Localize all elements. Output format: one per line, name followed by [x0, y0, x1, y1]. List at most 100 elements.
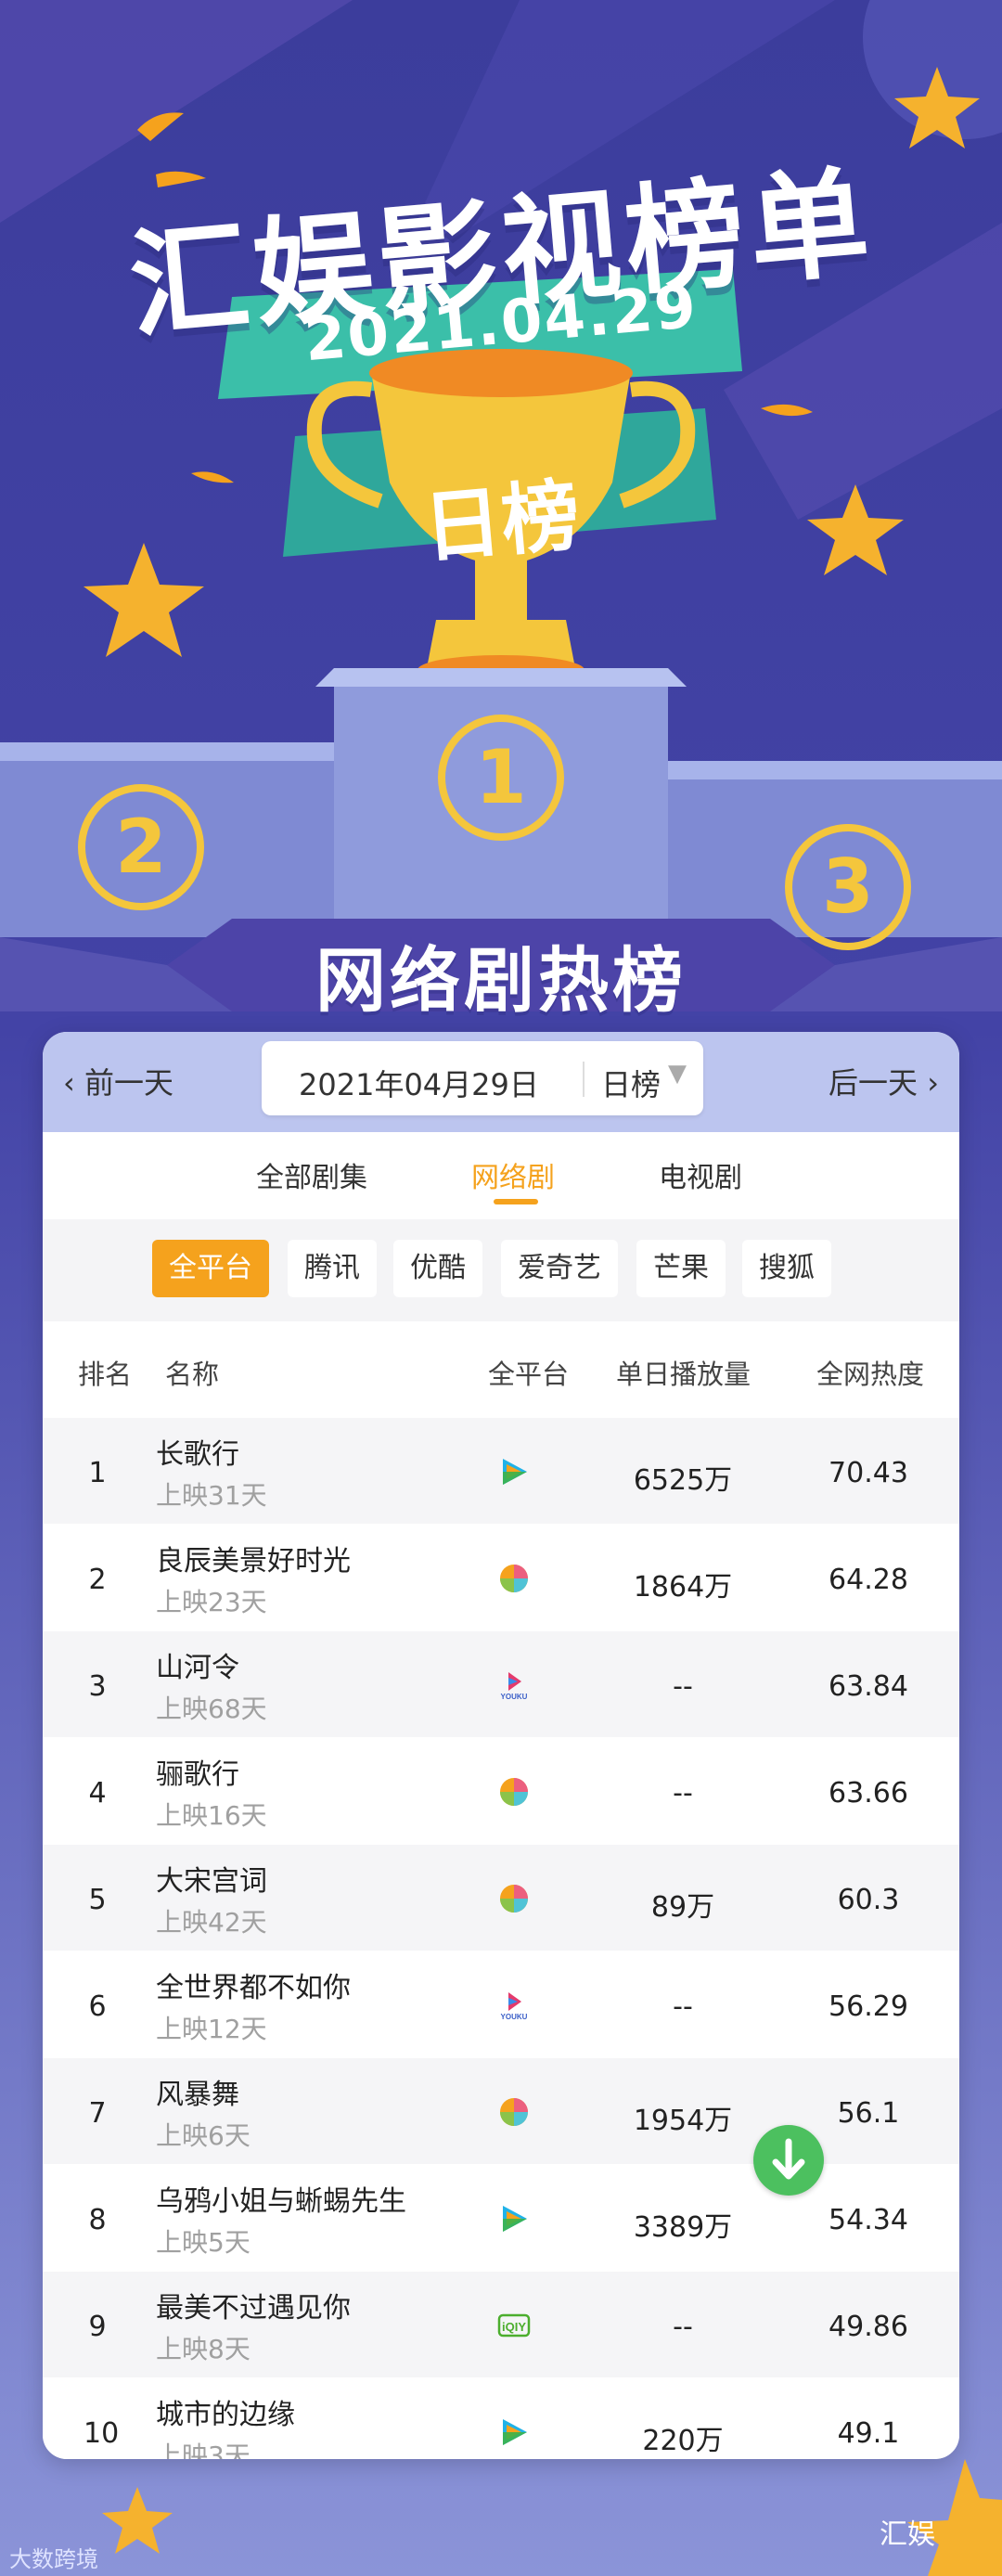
row-rank: 4 [88, 1777, 107, 1810]
row-days: 上映42天 [156, 1907, 267, 1938]
prev-day-button[interactable]: ‹ 前一天 [63, 1060, 173, 1102]
row-daily-plays: 1864万 [633, 1571, 733, 1604]
prev-day-label: 前一天 [84, 1065, 173, 1101]
watermark-right: 汇娱 [880, 2518, 935, 2551]
row-title: 大宋宫词 [156, 1865, 267, 1898]
date-selector[interactable]: 2021年04月29日 日榜 ▼ [262, 1041, 703, 1115]
watermark-left: 大数跨境 [9, 2546, 98, 2572]
tab-web-series[interactable]: 网络剧 [471, 1154, 555, 1195]
row-days: 上映16天 [156, 1800, 267, 1831]
header-rank: 排名 [78, 1359, 133, 1390]
row-rank: 9 [88, 2311, 107, 2343]
row-heat: 60.3 [837, 1884, 900, 1916]
tab-all-series[interactable]: 全部剧集 [256, 1154, 367, 1195]
table-row[interactable]: 6 全世界都不如你 上映12天 YOUKU -- 56.29 [43, 1951, 959, 2057]
row-days: 上映6天 [156, 2120, 250, 2151]
row-days: 上映31天 [156, 1480, 267, 1511]
header-name: 名称 [165, 1359, 220, 1390]
arrow-down-icon [772, 2138, 805, 2180]
table-row[interactable]: 4 骊歌行上映16天 -- 63.66 [43, 1738, 959, 1844]
row-rank: 3 [88, 1670, 107, 1703]
row-heat: 64.28 [829, 1564, 908, 1596]
tencent-video-icon [497, 1455, 531, 1488]
row-daily-plays: 6525万 [633, 1464, 733, 1497]
svg-text:YOUKU: YOUKU [501, 1693, 528, 1701]
tencent-video-icon [497, 2202, 531, 2235]
row-daily-plays: -- [673, 1777, 693, 1810]
chevron-right-icon: › [918, 1065, 939, 1101]
row-rank: 8 [88, 2204, 107, 2236]
row-daily-plays: 220万 [642, 2425, 724, 2457]
row-title: 最美不过遇见你 [156, 2292, 351, 2325]
tencent-video-icon [497, 2415, 531, 2449]
row-daily-plays: -- [673, 2311, 693, 2343]
header-daily-plays: 单日播放量 [616, 1359, 752, 1390]
youku-icon: YOUKU [497, 1989, 531, 2022]
scroll-down-button[interactable] [753, 2125, 824, 2196]
row-rank: 2 [88, 1564, 107, 1596]
platform-chip-youku[interactable]: 优酷 [393, 1240, 482, 1297]
row-rank: 1 [88, 1457, 107, 1489]
row-title: 城市的边缘 [156, 2399, 295, 2431]
row-heat: 63.66 [829, 1777, 908, 1810]
active-tab-indicator [494, 1199, 538, 1204]
table-row[interactable]: 3 山河令上映68天 YOUKU -- 63.84 [43, 1631, 959, 1737]
table-row[interactable]: 2 良辰美景好时光 上映23天 1864万 64.28 [43, 1525, 959, 1630]
platform-chip-tencent[interactable]: 腾讯 [288, 1240, 377, 1297]
row-title: 全世界都不如你 [156, 1972, 351, 2004]
row-daily-plays: -- [673, 1670, 693, 1703]
category-tabs: 全部剧集 网络剧 电视剧 [43, 1132, 959, 1219]
row-daily-plays: -- [673, 1990, 693, 2023]
row-heat: 70.43 [829, 1457, 908, 1489]
ranking-card: ‹ 前一天 2021年04月29日 日榜 ▼ 后一天 › 全部剧集 网络剧 电视… [43, 1032, 959, 2459]
tab-tv-series[interactable]: 电视剧 [659, 1154, 742, 1195]
caret-down-icon[interactable]: ▼ [668, 1060, 687, 1088]
platform-filter: 全平台 腾讯 优酷 爱奇艺 芒果 搜狐 [43, 1219, 959, 1321]
row-days: 上映12天 [156, 2014, 267, 2044]
mango-tv-icon [497, 2095, 531, 2129]
row-rank: 7 [88, 2097, 107, 2130]
divider [583, 1062, 584, 1097]
row-rank: 5 [88, 1884, 107, 1916]
mango-tv-icon [497, 1775, 531, 1809]
row-heat: 54.34 [829, 2204, 908, 2236]
row-title: 山河令 [156, 1652, 239, 1684]
row-rank: 10 [84, 2417, 120, 2450]
table-row[interactable]: 5 大宋宫词上映42天 89万 60.3 [43, 1845, 959, 1951]
row-daily-plays: 1954万 [633, 2105, 733, 2137]
next-day-button[interactable]: 后一天 › [829, 1060, 939, 1102]
iqiyi-icon: iQIY [497, 2309, 531, 2342]
header-platform: 全平台 [488, 1359, 570, 1390]
row-days: 上映68天 [156, 1694, 267, 1724]
platform-chip-iqiyi[interactable]: 爱奇艺 [501, 1240, 618, 1297]
svg-text:YOUKU: YOUKU [501, 2013, 528, 2021]
row-daily-plays: 89万 [650, 1891, 715, 1924]
podium-number-1: 1 [438, 715, 564, 841]
table-row[interactable]: 9 最美不过遇见你 上映8天 iQIY -- 49.86 [43, 2272, 959, 2377]
row-days: 上映3天 [156, 2441, 250, 2459]
date-nav-bar: ‹ 前一天 2021年04月29日 日榜 ▼ 后一天 › [43, 1032, 959, 1132]
svg-text:iQIY: iQIY [502, 2320, 526, 2334]
row-heat: 49.86 [829, 2311, 908, 2343]
row-daily-plays: 3389万 [633, 2211, 733, 2244]
date-value: 2021年04月29日 [299, 1067, 539, 1102]
table-row[interactable]: 10 城市的边缘 上映3天 220万 49.1 [43, 2378, 959, 2459]
mango-tv-icon [497, 1562, 531, 1595]
table-header: 排名 名称 全平台 单日播放量 全网热度 [43, 1321, 959, 1418]
row-days: 上映8天 [156, 2334, 250, 2364]
row-days: 上映23天 [156, 1587, 267, 1617]
row-title: 骊歌行 [156, 1758, 239, 1791]
platform-chip-all[interactable]: 全平台 [152, 1240, 269, 1297]
platform-chip-mango[interactable]: 芒果 [636, 1240, 726, 1297]
row-rank: 6 [88, 1990, 107, 2023]
row-title: 风暴舞 [156, 2079, 239, 2111]
chevron-left-icon: ‹ [63, 1065, 84, 1101]
row-title: 长歌行 [156, 1438, 239, 1471]
rank-type-dropdown[interactable]: 日榜 [601, 1062, 661, 1104]
row-title: 良辰美景好时光 [156, 1545, 351, 1578]
youku-icon: YOUKU [497, 1668, 531, 1702]
row-heat: 63.84 [829, 1670, 908, 1703]
platform-chip-sohu[interactable]: 搜狐 [742, 1240, 831, 1297]
section-title: 网络剧热榜 [315, 939, 687, 1022]
table-row[interactable]: 1 长歌行上映31天 6525万 70.43 [43, 1418, 959, 1524]
